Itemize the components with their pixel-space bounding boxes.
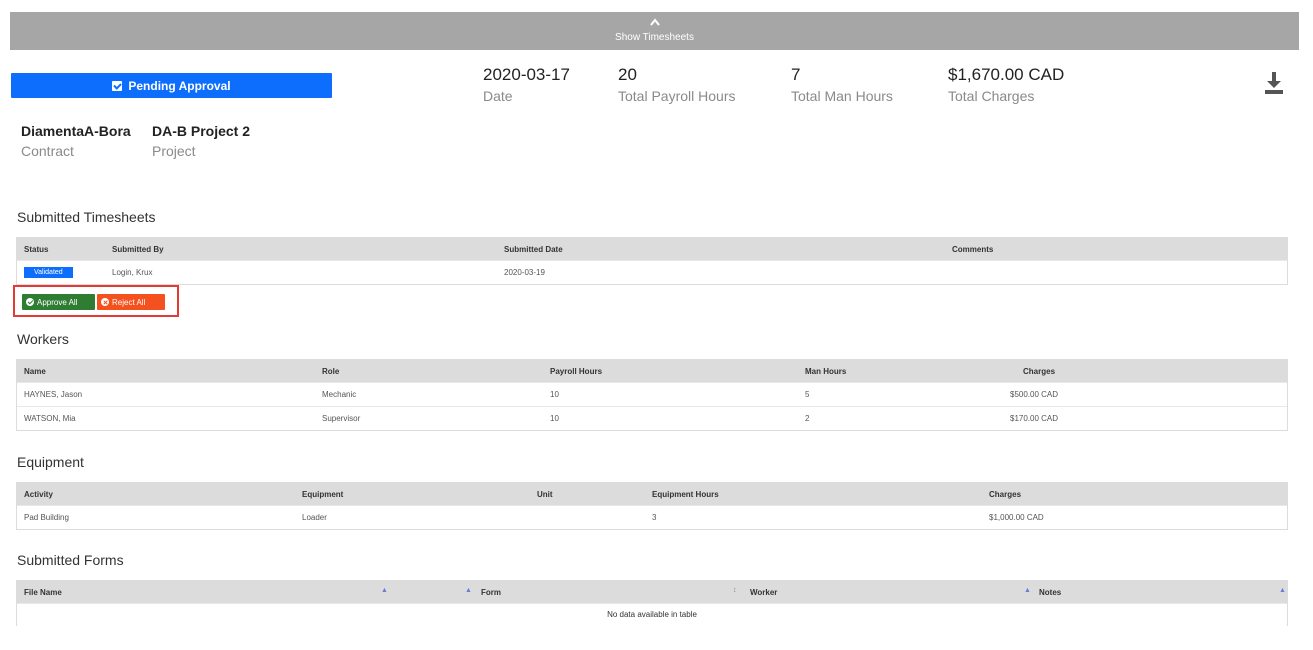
table-header: File Name ▲ ▲ Form ↕ Worker ▲ Notes ▲ bbox=[17, 581, 1287, 603]
workers-table: Name Role Payroll Hours Man Hours Charge… bbox=[16, 359, 1288, 431]
status-badge: Validated bbox=[24, 267, 73, 278]
equipment-heading: Equipment bbox=[17, 454, 84, 470]
table-row[interactable]: Validated Login, Krux 2020-03-19 bbox=[17, 260, 1287, 284]
stat-value: 7 bbox=[791, 65, 801, 84]
equipment-charges-cell: $1,000.00 CAD bbox=[989, 513, 1044, 522]
submitted-forms-heading: Submitted Forms bbox=[17, 552, 124, 568]
header-charges[interactable]: Charges bbox=[1023, 360, 1055, 382]
chevron-up-icon bbox=[649, 18, 660, 26]
stat-date: 2020-03-17 Date bbox=[483, 65, 570, 104]
stat-man-hours: 7 Total Man Hours bbox=[791, 65, 893, 104]
equipment-table: Activity Equipment Unit Equipment Hours … bbox=[16, 482, 1288, 530]
approve-all-button[interactable]: Approve All bbox=[22, 294, 95, 310]
submitted-timesheets-heading: Submitted Timesheets bbox=[17, 209, 156, 225]
stat-label: Total Charges bbox=[948, 88, 1035, 104]
header-comments[interactable]: Comments bbox=[952, 238, 993, 260]
header-equipment-hours[interactable]: Equipment Hours bbox=[652, 483, 719, 505]
header-notes[interactable]: Notes bbox=[1039, 581, 1061, 603]
stat-value: 2020-03-17 bbox=[483, 65, 570, 84]
header-payroll-hours[interactable]: Payroll Hours bbox=[550, 360, 602, 382]
header-man-hours[interactable]: Man Hours bbox=[805, 360, 846, 382]
worker-man-hours-cell: 5 bbox=[805, 390, 810, 399]
contract-info: DiamentaA-Bora Contract bbox=[21, 123, 131, 159]
approve-all-label: Approve All bbox=[37, 297, 78, 307]
sort-asc-icon[interactable]: ▲ bbox=[1024, 587, 1031, 594]
contract-label: Contract bbox=[21, 143, 74, 159]
submitted-forms-table: File Name ▲ ▲ Form ↕ Worker ▲ Notes ▲ No… bbox=[16, 580, 1288, 626]
stat-total-charges: $1,670.00 CAD Total Charges bbox=[948, 65, 1064, 104]
header-unit[interactable]: Unit bbox=[537, 483, 553, 505]
workers-heading: Workers bbox=[17, 331, 69, 347]
stat-value: $1,670.00 CAD bbox=[948, 65, 1065, 84]
worker-role-cell: Mechanic bbox=[322, 390, 357, 399]
x-circle-icon bbox=[101, 298, 109, 306]
reject-all-label: Reject All bbox=[112, 297, 146, 307]
stat-label: Total Payroll Hours bbox=[618, 88, 736, 104]
pending-approval-button[interactable]: Pending Approval bbox=[11, 73, 332, 98]
submitted-timesheets-table: Status Submitted By Submitted Date Comme… bbox=[16, 237, 1288, 285]
header-equipment[interactable]: Equipment bbox=[302, 483, 343, 505]
header-submitted-by[interactable]: Submitted By bbox=[112, 238, 164, 260]
table-header: Activity Equipment Unit Equipment Hours … bbox=[17, 483, 1287, 505]
download-icon[interactable] bbox=[1262, 70, 1286, 96]
pending-approval-label: Pending Approval bbox=[128, 78, 231, 93]
header-file-name[interactable]: File Name bbox=[24, 581, 62, 603]
sort-asc-icon[interactable]: ▲ bbox=[465, 587, 472, 594]
sort-asc-icon[interactable]: ▲ bbox=[1279, 587, 1286, 594]
worker-payroll-cell: 10 bbox=[550, 390, 559, 399]
worker-role-cell: Supervisor bbox=[322, 414, 361, 423]
submitted-by-cell: Login, Krux bbox=[112, 268, 153, 277]
show-timesheets-label: Show Timesheets bbox=[615, 32, 694, 43]
stat-label: Total Man Hours bbox=[791, 88, 893, 104]
equipment-hours-cell: 3 bbox=[652, 513, 657, 522]
equipment-cell: Loader bbox=[302, 513, 327, 522]
header-name[interactable]: Name bbox=[24, 360, 46, 382]
header-worker[interactable]: Worker bbox=[750, 581, 777, 603]
table-header: Status Submitted By Submitted Date Comme… bbox=[17, 238, 1287, 260]
submitted-date-cell: 2020-03-19 bbox=[504, 268, 545, 277]
table-header: Name Role Payroll Hours Man Hours Charge… bbox=[17, 360, 1287, 382]
worker-name-cell: WATSON, Mia bbox=[24, 414, 76, 423]
header-form[interactable]: Form bbox=[481, 581, 501, 603]
worker-man-hours-cell: 2 bbox=[805, 414, 810, 423]
reject-all-button[interactable]: Reject All bbox=[97, 294, 165, 310]
contract-value: DiamentaA-Bora bbox=[21, 123, 131, 139]
table-row[interactable]: WATSON, Mia Supervisor 10 2 $170.00 CAD bbox=[17, 406, 1287, 430]
show-timesheets-bar[interactable]: Show Timesheets bbox=[10, 12, 1299, 50]
sort-both-icon[interactable]: ↕ bbox=[733, 587, 737, 594]
project-value: DA-B Project 2 bbox=[152, 123, 251, 139]
header-charges[interactable]: Charges bbox=[989, 483, 1021, 505]
worker-charges-cell: $170.00 CAD bbox=[1010, 414, 1059, 423]
table-row[interactable]: HAYNES, Jason Mechanic 10 5 $500.00 CAD bbox=[17, 382, 1287, 406]
project-label: Project bbox=[152, 143, 196, 159]
check-circle-icon bbox=[26, 298, 34, 306]
checkbox-icon bbox=[112, 80, 123, 91]
worker-payroll-cell: 10 bbox=[550, 414, 559, 423]
header-activity[interactable]: Activity bbox=[24, 483, 53, 505]
worker-charges-cell: $500.00 CAD bbox=[1010, 390, 1059, 399]
header-submitted-date[interactable]: Submitted Date bbox=[504, 238, 563, 260]
empty-table-message: No data available in table bbox=[17, 603, 1287, 625]
table-row[interactable]: Pad Building Loader 3 $1,000.00 CAD bbox=[17, 505, 1287, 529]
header-role[interactable]: Role bbox=[322, 360, 339, 382]
worker-name-cell: HAYNES, Jason bbox=[24, 390, 83, 399]
activity-cell: Pad Building bbox=[24, 513, 69, 522]
stat-payroll-hours: 20 Total Payroll Hours bbox=[618, 65, 736, 104]
stat-label: Date bbox=[483, 88, 513, 104]
header-status[interactable]: Status bbox=[24, 238, 48, 260]
stat-value: 20 bbox=[618, 65, 637, 84]
sort-asc-icon[interactable]: ▲ bbox=[381, 587, 388, 594]
project-info: DA-B Project 2 Project bbox=[152, 123, 250, 159]
